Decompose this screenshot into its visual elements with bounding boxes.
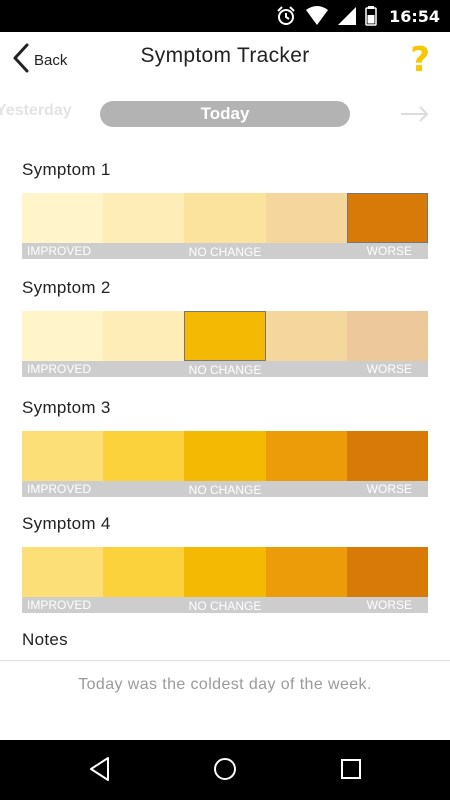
day-selector: Yesterday Today	[0, 100, 450, 128]
label-worse: WORSE	[366, 598, 412, 612]
day-current[interactable]: Today	[100, 101, 350, 127]
severity-scale: IMPROVED NO CHANGE WORSE	[22, 431, 429, 497]
severity-option-2[interactable]	[103, 431, 185, 481]
battery-icon	[365, 6, 377, 26]
page-title: Symptom Tracker	[140, 44, 310, 67]
label-worse: WORSE	[366, 244, 412, 258]
severity-options	[22, 431, 429, 481]
severity-scale: IMPROVED NO CHANGE WORSE	[22, 547, 429, 613]
label-worse: WORSE	[366, 362, 412, 376]
severity-option-5[interactable]	[346, 547, 429, 597]
divider	[0, 660, 450, 661]
notes-title: Notes	[22, 630, 68, 649]
severity-option-3[interactable]	[184, 193, 266, 243]
severity-scale: IMPROVED NO CHANGE WORSE	[22, 311, 429, 377]
scale-labels: IMPROVED NO CHANGE WORSE	[22, 243, 428, 259]
severity-option-5[interactable]	[346, 193, 429, 243]
severity-option-3[interactable]	[184, 547, 266, 597]
severity-option-1[interactable]	[22, 193, 104, 243]
severity-option-4[interactable]	[265, 193, 347, 243]
arrow-right-icon[interactable]	[400, 104, 430, 129]
home-nav-icon[interactable]	[212, 756, 238, 787]
symptom-block: Symptom 3 IMPROVED NO CHANGE WORSE	[22, 396, 429, 497]
severity-scale: IMPROVED NO CHANGE WORSE	[22, 193, 429, 259]
severity-option-4[interactable]	[265, 547, 347, 597]
status-time: 16:54	[389, 6, 440, 26]
severity-options	[22, 193, 429, 243]
severity-option-1[interactable]	[22, 547, 104, 597]
severity-options	[22, 547, 429, 597]
app-bar: Back Symptom Tracker ?	[0, 32, 450, 88]
status-bar: 16:54	[0, 0, 450, 32]
label-worse: WORSE	[366, 482, 412, 496]
nav-bar	[0, 740, 450, 800]
severity-option-3[interactable]	[184, 311, 266, 361]
signal-icon	[337, 6, 357, 26]
scale-labels: IMPROVED NO CHANGE WORSE	[22, 597, 428, 613]
severity-option-1[interactable]	[22, 311, 104, 361]
severity-option-4[interactable]	[265, 431, 347, 481]
symptom-block: Symptom 4 IMPROVED NO CHANGE WORSE	[22, 512, 429, 613]
severity-option-3[interactable]	[184, 431, 266, 481]
help-question-icon[interactable]: ?	[410, 40, 430, 80]
severity-option-5[interactable]	[346, 311, 429, 361]
severity-option-4[interactable]	[265, 311, 347, 361]
wifi-icon	[305, 6, 329, 26]
symptom-block: Symptom 1 IMPROVED NO CHANGE WORSE	[22, 158, 429, 259]
notes-field[interactable]: Today was the coldest day of the week.	[0, 676, 450, 694]
symptom-title: Symptom 4	[22, 514, 111, 533]
severity-option-5[interactable]	[346, 431, 429, 481]
severity-option-2[interactable]	[103, 193, 185, 243]
severity-option-1[interactable]	[22, 431, 104, 481]
symptom-title: Symptom 2	[22, 278, 111, 297]
symptom-block: Symptom 2 IMPROVED NO CHANGE WORSE	[22, 276, 429, 377]
scale-labels: IMPROVED NO CHANGE WORSE	[22, 481, 428, 497]
severity-options	[22, 311, 429, 361]
scale-labels: IMPROVED NO CHANGE WORSE	[22, 361, 428, 377]
day-previous[interactable]: Yesterday	[0, 102, 72, 120]
alarm-icon	[275, 5, 297, 27]
symptom-title: Symptom 1	[22, 160, 111, 179]
severity-option-2[interactable]	[103, 311, 185, 361]
severity-option-2[interactable]	[103, 547, 185, 597]
symptom-title: Symptom 3	[22, 398, 111, 417]
recents-nav-icon[interactable]	[340, 756, 362, 787]
back-nav-icon[interactable]	[88, 756, 112, 787]
